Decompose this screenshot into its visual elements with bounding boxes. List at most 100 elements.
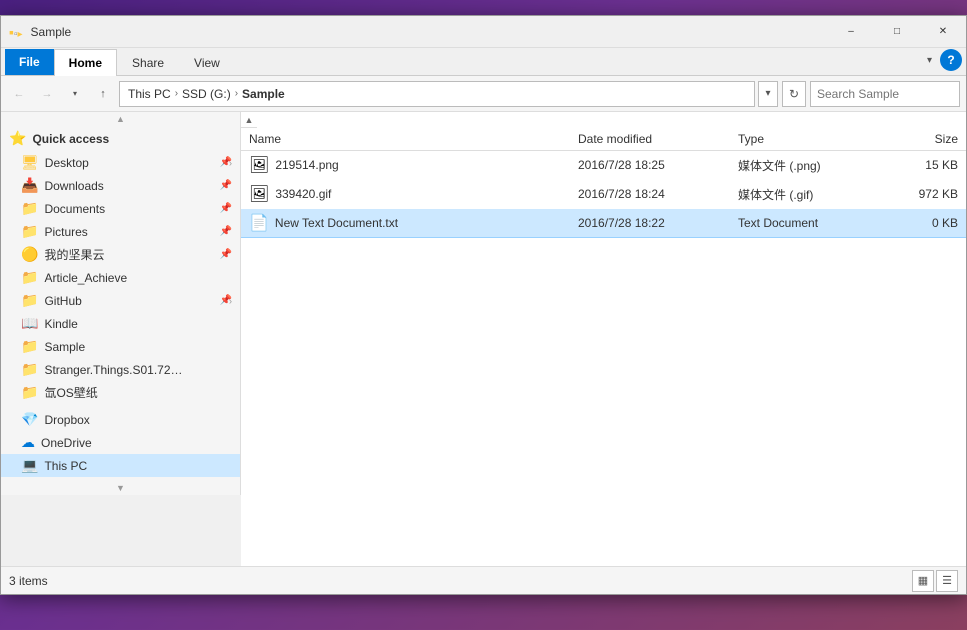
jianguoyun-label: 我的坚果云 bbox=[44, 246, 104, 263]
col-header-type[interactable]: Type bbox=[738, 132, 878, 146]
documents-pin-icon: 📌 bbox=[220, 203, 232, 214]
sidebar-item-downloads[interactable]: 📥 Downloads 📌 bbox=[1, 174, 240, 197]
tab-share[interactable]: Share bbox=[117, 49, 179, 76]
sidebar-item-pictures[interactable]: 📁 Pictures 📌 bbox=[1, 220, 240, 243]
sidebar-item-documents[interactable]: 📁 Documents 📌 bbox=[1, 197, 240, 220]
ribbon-tabs: File Home Share View ▾ ? bbox=[1, 48, 966, 75]
table-row[interactable]: 📄 New Text Document.txt 2016/7/28 18:22 … bbox=[241, 209, 966, 238]
file-date-2: 2016/7/28 18:24 bbox=[578, 187, 738, 201]
table-row[interactable]: 🖼 219514.png 2016/7/28 18:25 媒体文件 (.png)… bbox=[241, 151, 966, 180]
file-type-1: 媒体文件 (.png) bbox=[738, 157, 878, 174]
sidebar-item-thispc[interactable]: 💻 This PC bbox=[1, 454, 240, 477]
tab-file[interactable]: File bbox=[5, 49, 54, 75]
sidebar-scroll-up[interactable]: ▲ bbox=[1, 112, 240, 126]
sidebar-item-onedrive[interactable]: ☁ OneDrive bbox=[1, 431, 240, 454]
window-title: Sample bbox=[31, 25, 828, 39]
recent-locations-button[interactable]: ▾ bbox=[63, 82, 87, 106]
onedrive-label: OneDrive bbox=[41, 436, 92, 450]
github-label: GitHub bbox=[44, 294, 81, 308]
file-column-headers: Name Date modified Type Size bbox=[241, 128, 966, 151]
file-icon-png: 🖼 bbox=[249, 155, 269, 175]
sample-label: Sample bbox=[44, 340, 85, 354]
col-header-size[interactable]: Size bbox=[878, 132, 958, 146]
sidebar-item-jianguoyun[interactable]: 🟡 我的坚果云 📌 bbox=[1, 243, 240, 266]
kindle-label: Kindle bbox=[44, 317, 77, 331]
title-icons: ▪▫▸ bbox=[9, 24, 23, 40]
file-date-3: 2016/7/28 18:22 bbox=[578, 216, 738, 230]
sidebar-item-article-achieve[interactable]: 📁 Article_Achieve bbox=[1, 266, 240, 289]
ribbon-dropdown-arrow[interactable]: ▾ bbox=[927, 55, 932, 66]
documents-label: Documents bbox=[44, 202, 105, 216]
file-pane: ▲ Name Date modified Type Size 🖼 219514.… bbox=[241, 112, 966, 566]
table-row[interactable]: 🖼 339420.gif 2016/7/28 18:24 媒体文件 (.gif)… bbox=[241, 180, 966, 209]
ribbon: File Home Share View ▾ ? bbox=[1, 48, 966, 76]
tab-home[interactable]: Home bbox=[54, 49, 117, 76]
view-list-button[interactable]: ☰ bbox=[936, 570, 958, 592]
jianguoyun-pin-icon: 📌 bbox=[220, 249, 232, 260]
search-input[interactable] bbox=[817, 87, 967, 101]
quick-access-icon: ⭐ bbox=[9, 130, 26, 147]
pictures-pin-icon: 📌 bbox=[220, 226, 232, 237]
forward-button[interactable]: → bbox=[35, 82, 59, 106]
onedrive-icon: ☁ bbox=[21, 434, 35, 451]
file-icon-txt: 📄 bbox=[249, 213, 269, 233]
view-grid-button[interactable]: ▦ bbox=[912, 570, 934, 592]
file-scroll-up-indicator[interactable]: ▲ bbox=[241, 112, 257, 128]
refresh-button[interactable]: ↻ bbox=[782, 81, 806, 107]
help-button[interactable]: ? bbox=[940, 49, 962, 71]
sidebar-item-xiaos-wallpaper[interactable]: 📁 氙OS壁纸 bbox=[1, 381, 240, 404]
thispc-label: This PC bbox=[44, 459, 87, 473]
documents-icon: 📁 bbox=[21, 200, 38, 217]
file-type-3: Text Document bbox=[738, 216, 878, 230]
col-header-name[interactable]: Name bbox=[249, 132, 578, 146]
col-header-date[interactable]: Date modified bbox=[578, 132, 738, 146]
address-path[interactable]: This PC › SSD (G:) › Sample bbox=[119, 81, 755, 107]
path-sample: Sample bbox=[242, 87, 285, 101]
sidebar: ▲ ⭐ Quick access 🖥 Desktop 📌 › 📥 Downloa… bbox=[1, 112, 241, 495]
close-button[interactable]: ✕ bbox=[920, 16, 966, 48]
file-icon-gif: 🖼 bbox=[249, 184, 269, 204]
sidebar-item-sample[interactable]: 📁 Sample bbox=[1, 335, 240, 358]
status-count: 3 items bbox=[9, 574, 912, 588]
address-bar: ← → ▾ ↑ This PC › SSD (G:) › Sample ▾ ↻ … bbox=[1, 76, 966, 112]
dropbox-label: Dropbox bbox=[44, 413, 89, 427]
minimize-button[interactable]: – bbox=[828, 16, 874, 48]
up-button[interactable]: ↑ bbox=[91, 82, 115, 106]
address-dropdown-button[interactable]: ▾ bbox=[758, 81, 778, 107]
sample-icon: 📁 bbox=[21, 338, 38, 355]
sidebar-item-stranger-things[interactable]: 📁 Stranger.Things.S01.720p.N bbox=[1, 358, 240, 381]
back-button[interactable]: ← bbox=[7, 82, 31, 106]
title-bar: ▪▫▸ Sample – □ ✕ bbox=[1, 16, 966, 48]
jianguoyun-icon: 🟡 bbox=[21, 246, 38, 263]
sidebar-item-github[interactable]: 📁 GitHub 📌 › bbox=[1, 289, 240, 312]
github-icon: 📁 bbox=[21, 292, 38, 309]
xiaos-wallpaper-label: 氙OS壁纸 bbox=[44, 384, 97, 401]
file-list: 🖼 219514.png 2016/7/28 18:25 媒体文件 (.png)… bbox=[241, 151, 966, 566]
sidebar-item-dropbox[interactable]: 💎 Dropbox bbox=[1, 408, 240, 431]
downloads-label: Downloads bbox=[44, 179, 103, 193]
sidebar-scroll-down[interactable]: ▼ bbox=[1, 481, 240, 495]
search-box[interactable]: 🔍 bbox=[810, 81, 960, 107]
kindle-icon: 📖 bbox=[21, 315, 38, 332]
thispc-icon: 💻 bbox=[21, 457, 38, 474]
file-date-1: 2016/7/28 18:25 bbox=[578, 158, 738, 172]
file-name-1: 219514.png bbox=[275, 158, 578, 172]
file-type-2: 媒体文件 (.gif) bbox=[738, 186, 878, 203]
path-ssd: SSD (G:) bbox=[182, 87, 231, 101]
tab-view[interactable]: View bbox=[179, 49, 235, 76]
desktop-arrow-icon: › bbox=[229, 158, 232, 168]
desktop-label: Desktop bbox=[45, 156, 89, 170]
sidebar-item-desktop[interactable]: 🖥 Desktop 📌 › bbox=[1, 151, 240, 174]
file-size-2: 972 KB bbox=[878, 187, 958, 201]
breadcrumb-sep-2: › bbox=[235, 88, 238, 99]
maximize-button[interactable]: □ bbox=[874, 16, 920, 48]
path-thispc: This PC bbox=[128, 87, 171, 101]
sidebar-section-quick-access[interactable]: ⭐ Quick access bbox=[1, 126, 240, 151]
breadcrumb-sep-1: › bbox=[175, 88, 178, 99]
downloads-pin-icon: 📌 bbox=[220, 180, 232, 191]
title-controls: – □ ✕ bbox=[828, 16, 966, 48]
xiaos-wallpaper-icon: 📁 bbox=[21, 384, 38, 401]
status-bar: 3 items ▦ ☰ bbox=[1, 566, 966, 594]
downloads-icon: 📥 bbox=[21, 177, 38, 194]
sidebar-item-kindle[interactable]: 📖 Kindle bbox=[1, 312, 240, 335]
